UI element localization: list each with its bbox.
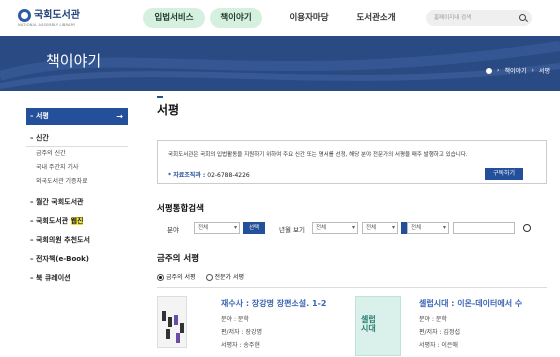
keyword-input[interactable] xyxy=(453,222,515,234)
period-label: 년월 보기 xyxy=(279,226,305,234)
nav-library-intro[interactable]: 도서관소개 xyxy=(345,8,407,28)
title-marker xyxy=(157,96,163,98)
sidebar-item-review[interactable]: – 서평 → xyxy=(26,108,128,125)
logo-text: 국회도서관 xyxy=(34,10,80,21)
sidebar-item-label: 국회도서관 xyxy=(35,217,71,225)
logo-subtitle: NATIONAL ASSEMBLY LIBRARY xyxy=(18,23,76,27)
logo-emblem-icon xyxy=(18,9,31,22)
sidebar-item-label: 신간 xyxy=(35,134,49,142)
book-reviewer: 서평자 : 이은애 xyxy=(419,342,458,349)
sidebar-item-monthly[interactable]: – 월간 국회도서관 xyxy=(26,195,128,210)
field-label: 분야 xyxy=(167,226,179,234)
book-author: 편/저자 : 김정섭 xyxy=(419,329,460,336)
search-icon[interactable] xyxy=(519,14,526,21)
radio-label: 전문가 서평 xyxy=(214,274,245,281)
radio-expert-review[interactable]: 전문가 서평 xyxy=(205,272,245,281)
sidebar-item-highlight: 웹진 xyxy=(70,217,84,225)
nav-book-story[interactable]: 책이야기 xyxy=(210,8,262,28)
sidebar-item-label: 국회의원 추천도서 xyxy=(35,236,90,244)
book-field: 분야 : 문학 xyxy=(221,316,249,323)
sidebar-item-new-books[interactable]: – 신간 xyxy=(26,131,128,146)
field-select-button[interactable]: 선택 xyxy=(243,222,265,234)
sidebar-item-label: 전자책(e-Book) xyxy=(35,255,89,263)
radio-unchecked-icon[interactable] xyxy=(205,274,213,281)
review-type-radios: 금주의 서평 전문가 서평 xyxy=(157,272,244,281)
search-section-title: 서평통합검색 xyxy=(157,204,204,214)
radio-checked-icon[interactable] xyxy=(157,274,164,281)
month-select[interactable]: 전체 xyxy=(362,222,398,234)
sidebar-item-recommended[interactable]: – 국회의원 추천도서 xyxy=(26,233,128,248)
home-icon[interactable] xyxy=(486,67,493,74)
logo[interactable]: 국회도서관 xyxy=(18,9,80,22)
info-box: 국회도서관은 국회의 입법활동을 지원하기 위하여 주요 신간 또는 명서를 선… xyxy=(157,140,547,184)
nav-user-forum[interactable]: 이용자마당 xyxy=(278,8,340,28)
sidebar: – 서평 → – 신간 금주의 신간 국내 주간지 기사 외국도서관 기증자료 … xyxy=(26,108,128,286)
sidebar-sub-foreign-donation[interactable]: 외국도서관 기증자료 xyxy=(26,175,128,189)
field-select[interactable]: 전체 xyxy=(194,222,240,234)
divider xyxy=(157,287,547,288)
sidebar-item-label: 북 큐레이션 xyxy=(35,274,71,282)
info-text: 국회도서관은 국회의 입법활동을 지원하기 위하여 주요 신간 또는 명서를 선… xyxy=(168,152,468,158)
year-select[interactable]: 전체 xyxy=(312,222,358,234)
sidebar-sub-domestic-weekly[interactable]: 국내 주간지 기사 xyxy=(26,161,128,175)
sidebar-sub-weekly-new[interactable]: 금주의 신간 xyxy=(26,147,128,161)
book-title[interactable]: 재수사 : 장강명 장편소설. 1-2 xyxy=(221,298,326,309)
breadcrumb-item[interactable]: 책이야기 xyxy=(504,66,526,75)
subscribe-button[interactable]: 구독하기 xyxy=(485,168,523,180)
search-input[interactable]: 홈페이지내 검색 xyxy=(434,13,471,21)
radio-label: 금주의 서평 xyxy=(166,274,196,281)
site-search[interactable]: 홈페이지내 검색 xyxy=(426,10,532,26)
contact-phone: 02-6788-4226 xyxy=(207,172,250,179)
breadcrumb-separator-icon: › xyxy=(497,67,500,74)
weekly-review-title: 금주의 서평 xyxy=(157,254,200,264)
breadcrumb-separator-icon: › xyxy=(531,67,534,74)
book-cover-image[interactable]: 셀럽 시대 xyxy=(355,296,401,356)
breadcrumb: › 책이야기 › 서평 xyxy=(486,66,550,75)
book-cover-text: 셀럽 시대 xyxy=(361,315,376,333)
search-icon[interactable] xyxy=(523,224,531,232)
sidebar-item-ebook[interactable]: – 전자책(e-Book) xyxy=(26,252,128,267)
radio-weekly-review[interactable]: 금주의 서평 xyxy=(157,272,196,281)
header: 국회도서관 NATIONAL ASSEMBLY LIBRARY 입법서비스 책이… xyxy=(0,0,560,36)
contact-info: * 자료조직과 : 02-6788-4226 xyxy=(168,170,250,179)
page-title: 서평 xyxy=(157,103,180,117)
book-cover-image[interactable] xyxy=(157,296,187,348)
sidebar-item-webzine[interactable]: – 국회도서관 웹진 xyxy=(26,214,128,229)
book-field: 분야 : 문학 xyxy=(419,316,447,323)
breadcrumb-item[interactable]: 서평 xyxy=(539,66,550,75)
main-content: 서평 국회도서관은 국회의 입법활동을 지원하기 위하여 주요 신간 또는 명서… xyxy=(157,96,547,356)
book-reviewer: 서평자 : 송주현 xyxy=(221,342,260,349)
keyword-type-select[interactable]: 전체 xyxy=(407,222,449,234)
arrow-right-icon: → xyxy=(116,112,123,121)
sidebar-item-curation[interactable]: – 북 큐레이션 xyxy=(26,271,128,286)
book-author: 편/저자 : 장강명 xyxy=(221,329,262,336)
contact-label: * 자료조직과 : xyxy=(168,172,206,179)
review-search-filter: 분야 전체 선택 년월 보기 전체 전체 선택 전체 xyxy=(157,220,547,238)
nav-legislative-service[interactable]: 입법서비스 xyxy=(143,8,205,28)
banner-title: 책이야기 xyxy=(46,52,102,70)
book-title[interactable]: 셀럽시대 : 이온-데이터에서 수 xyxy=(419,298,522,309)
sidebar-item-label: 월간 국회도서관 xyxy=(35,198,84,206)
sidebar-item-label: 서평 xyxy=(35,112,49,120)
